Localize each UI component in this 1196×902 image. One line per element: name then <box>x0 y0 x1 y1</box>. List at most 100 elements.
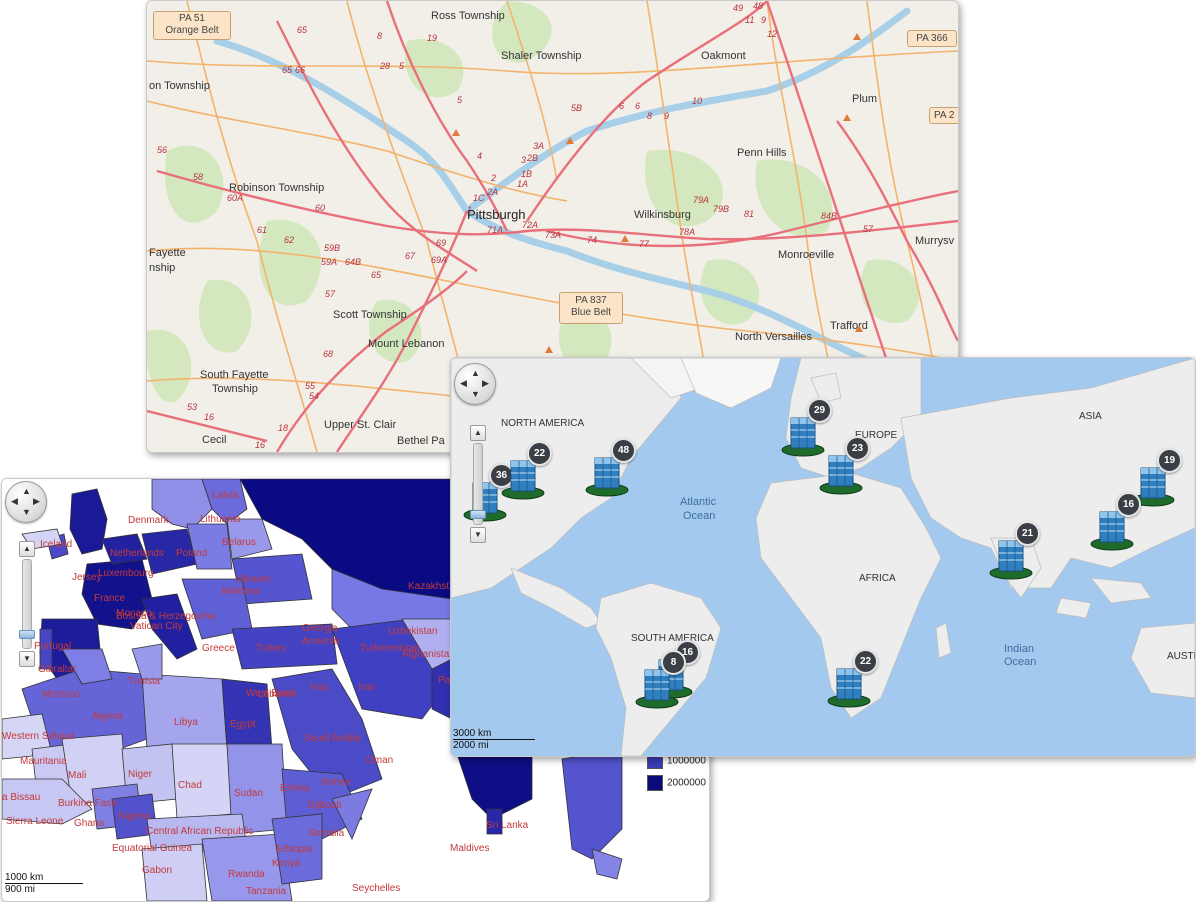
country-label: Portugal <box>34 641 71 652</box>
country-label: Georgia <box>302 623 338 634</box>
zoom-out-button[interactable]: ▼ <box>470 527 486 543</box>
country-label: Iran <box>358 682 375 693</box>
zoom-slider[interactable]: ▲ ▼ <box>470 425 486 543</box>
cluster-marker[interactable]: 22 <box>501 441 552 500</box>
pan-up-icon[interactable]: ▲ <box>22 487 31 496</box>
country-label: Greece <box>202 643 235 654</box>
route-number: 6 <box>619 101 624 111</box>
pan-left-icon[interactable]: ◀ <box>460 379 467 388</box>
region-label: AUSTRA <box>1167 651 1195 662</box>
pan-down-icon[interactable]: ▼ <box>22 508 31 517</box>
route-number: 65 <box>371 270 382 280</box>
zoom-track[interactable] <box>19 559 35 649</box>
place-label: on Township <box>149 80 210 92</box>
route-number: 66 <box>295 65 305 75</box>
zoom-in-button[interactable]: ▲ <box>19 541 35 557</box>
pan-down-icon[interactable]: ▼ <box>471 390 480 399</box>
route-shield: PA 2 <box>929 107 958 124</box>
cluster-marker[interactable]: 16 <box>1090 492 1141 551</box>
country-label: Somalia <box>308 828 345 839</box>
route-number: 1B <box>521 169 532 179</box>
pan-right-icon[interactable]: ▶ <box>482 379 489 388</box>
pan-left-icon[interactable]: ◀ <box>11 497 18 506</box>
country-label: Moldova <box>222 586 260 597</box>
cluster-count-badge: 29 <box>807 398 832 423</box>
route-number: 2 <box>490 173 496 183</box>
route-number: 79A <box>693 195 709 205</box>
country-label: Djibouti <box>308 800 341 811</box>
cluster-count-badge: 23 <box>845 436 870 461</box>
zoom-slider[interactable]: ▲ ▼ <box>19 541 35 667</box>
country-label: Armenia <box>302 636 340 647</box>
scale-mi: 2000 mi <box>453 740 489 751</box>
cluster-count-badge: 22 <box>527 441 552 466</box>
country-label: Sri Lanka <box>486 820 529 831</box>
pan-control[interactable]: ▲ ▼ ◀ ▶ <box>454 363 496 405</box>
route-number: 61 <box>257 225 267 235</box>
route-number: 65 <box>297 25 308 35</box>
country-label: Sierra Leone <box>6 816 64 827</box>
route-shield: PA 366 <box>907 30 957 47</box>
place-label: Ross Township <box>431 10 505 22</box>
ocean-label: Indian <box>1004 643 1034 655</box>
cluster-count-badge: 19 <box>1157 448 1182 473</box>
zoom-track[interactable] <box>470 443 486 525</box>
place-label: Penn Hills <box>737 147 787 159</box>
route-number: 19 <box>427 33 437 43</box>
route-number: 81 <box>744 209 754 219</box>
zoom-thumb[interactable] <box>470 510 486 519</box>
cluster-marker[interactable]: 23 <box>819 436 870 495</box>
country-label: Latvia <box>212 490 239 501</box>
scale-bar: 1000 km 900 mi <box>5 872 83 895</box>
country-label: Poland <box>176 548 207 559</box>
route-number: 79B <box>713 204 729 214</box>
zoom-thumb[interactable] <box>19 630 35 639</box>
world-map-panel[interactable]: NORTH AMERICA EUROPE ASIA AFRICA SOUTH AMERI… <box>450 357 1196 757</box>
place-label: Murrysv <box>915 235 955 247</box>
route-number: 67 <box>405 251 416 261</box>
cluster-marker[interactable]: 48 <box>585 438 636 497</box>
country-label: Sudan <box>234 788 263 799</box>
country-label: Algeria <box>92 711 124 722</box>
country-label: Mauritania <box>20 756 67 767</box>
place-label: Shaler Township <box>501 50 582 62</box>
route-number: 58 <box>193 172 203 182</box>
country-label: Afghanista <box>402 649 450 660</box>
country-label: France <box>94 593 126 604</box>
route-number: 59B <box>324 243 340 253</box>
place-label: Wilkinsburg <box>634 209 691 221</box>
legend-swatch <box>647 775 663 791</box>
country-label: Tunisia <box>128 676 160 687</box>
route-number: 1 <box>467 205 472 215</box>
country-label: West Bank <box>246 688 295 699</box>
route-shield-line2: Blue Belt <box>570 307 612 318</box>
route-number: 3A <box>533 141 544 151</box>
country-label: Equatorial Guinea <box>112 843 192 854</box>
cluster-count-badge: 48 <box>611 438 636 463</box>
route-shield-line2: Orange Belt <box>165 25 219 36</box>
route-number: 8 <box>647 111 652 121</box>
country-label: Rwanda <box>228 869 265 880</box>
route-number: 11 <box>745 15 754 25</box>
ocean-label: Ocean <box>683 510 715 522</box>
pan-up-icon[interactable]: ▲ <box>471 369 480 378</box>
zoom-out-button[interactable]: ▼ <box>19 651 35 667</box>
route-number: 9 <box>761 15 766 25</box>
country-label: Niger <box>128 769 153 780</box>
cluster-marker[interactable]: 21 <box>989 521 1040 580</box>
pan-right-icon[interactable]: ▶ <box>33 497 40 506</box>
country-label: Kazakhst <box>408 581 449 592</box>
country-label: Lithuania <box>200 514 241 525</box>
pan-control[interactable]: ▲ ▼ ◀ ▶ <box>5 481 47 523</box>
region-label: NORTH AMERICA <box>501 418 584 429</box>
zoom-in-button[interactable]: ▲ <box>470 425 486 441</box>
cluster-marker[interactable]: 19 <box>1131 448 1182 507</box>
country-label: Mali <box>68 770 86 781</box>
country-label: Eritrea <box>280 783 310 794</box>
place-label: Scott Township <box>333 309 407 321</box>
cluster-marker[interactable]: 22 <box>827 649 878 708</box>
place-label: Fayette <box>149 247 186 259</box>
country-label: Yemen <box>320 777 351 788</box>
country-label: Seychelles <box>352 883 400 894</box>
cluster-marker[interactable]: 8 <box>635 650 686 709</box>
